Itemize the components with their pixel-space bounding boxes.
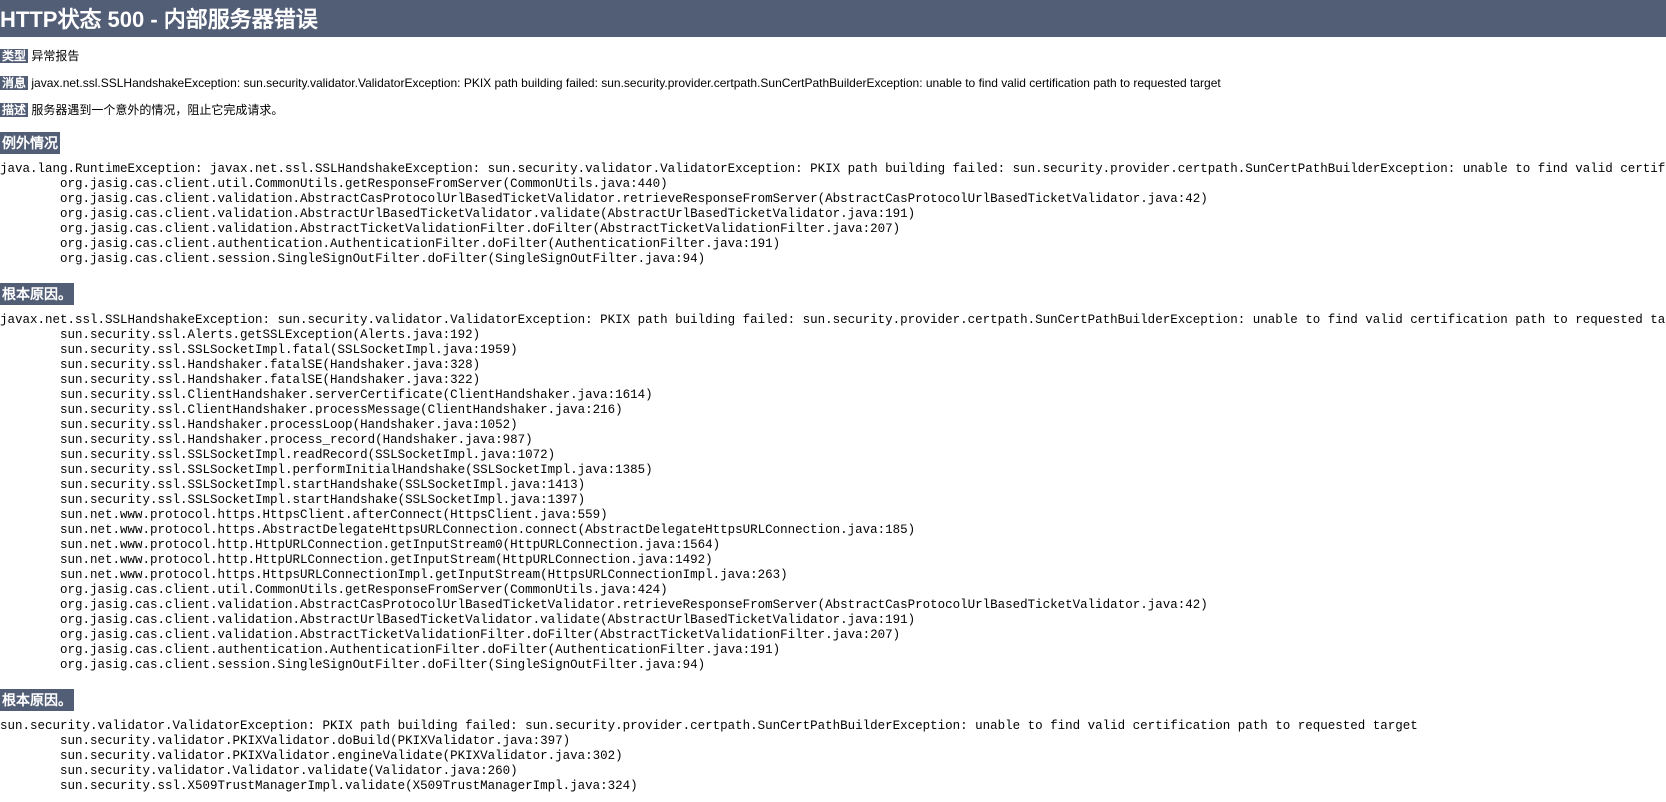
root-cause-heading-1: 根本原因。 — [0, 283, 74, 305]
message-value: javax.net.ssl.SSLHandshakeException: sun… — [31, 76, 1220, 90]
description-label: 描述 — [0, 103, 28, 117]
root-cause-stack-2: sun.security.validator.ValidatorExceptio… — [0, 719, 1666, 794]
exception-heading: 例外情况 — [0, 132, 60, 154]
page-title: HTTP状态 500 - 内部服务器错误 — [0, 0, 1666, 36]
error-page: HTTP状态 500 - 内部服务器错误 类型 异常报告 消息 javax.ne… — [0, 0, 1666, 794]
type-label: 类型 — [0, 49, 28, 63]
type-row: 类型 异常报告 — [0, 47, 1666, 64]
message-label: 消息 — [0, 76, 28, 90]
root-cause-heading-2: 根本原因。 — [0, 689, 74, 711]
description-value: 服务器遇到一个意外的情况，阻止它完成请求。 — [31, 103, 283, 117]
divider — [0, 36, 1666, 37]
message-row: 消息 javax.net.ssl.SSLHandshakeException: … — [0, 74, 1666, 91]
type-value: 异常报告 — [31, 49, 79, 63]
description-row: 描述 服务器遇到一个意外的情况，阻止它完成请求。 — [0, 101, 1666, 118]
exception-stack: java.lang.RuntimeException: javax.net.ss… — [0, 162, 1666, 267]
root-cause-stack-1: javax.net.ssl.SSLHandshakeException: sun… — [0, 313, 1666, 673]
